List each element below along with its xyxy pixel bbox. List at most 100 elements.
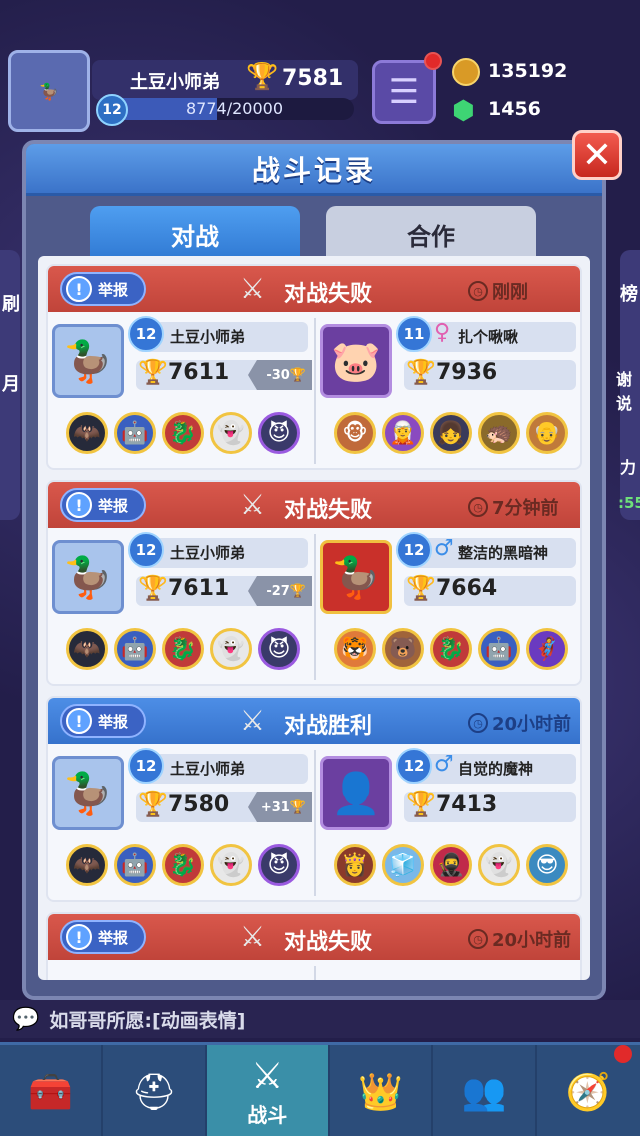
hero-icon[interactable]: 😎 <box>526 844 568 886</box>
side-panel-right[interactable]: 榜 谢说 力 :55 <box>616 250 640 520</box>
chat-ticker[interactable]: 💬 如哥哥所愿:[动画表情] <box>0 1000 640 1038</box>
report-button[interactable]: ! 举报 <box>60 920 146 954</box>
menu-button[interactable]: ☰ <box>372 60 436 124</box>
nav-clan[interactable]: 👑 <box>330 1045 434 1136</box>
crossed-swords-icon: ⚔ <box>240 488 266 521</box>
hero-icon[interactable]: 🧊 <box>382 844 424 886</box>
hero-icon[interactable]: 🦸 <box>526 628 568 670</box>
compass-icon: 🧭 <box>565 1072 611 1113</box>
hero-icon[interactable]: 👻 <box>210 844 252 886</box>
record-card: ! 举报 ⚔ 对战失败 ◷ 刚刚 🦆 12 土豆小师弟 🏆 7611 -30 🏆… <box>46 264 582 470</box>
notification-dot <box>613 1045 632 1063</box>
side-panel-left[interactable]: 刷 月 <box>0 250 20 520</box>
notification-dot <box>424 52 442 70</box>
hero-icon[interactable]: 🥷 <box>430 844 472 886</box>
record-card: ! 举报 ⚔ 对战胜利 ◷ 20小时前 🦆 12 土豆小师弟 🏆 7580 +3… <box>46 696 582 902</box>
record-header: ! 举报 ⚔ 对战失败 ◷ 7分钟前 <box>48 482 580 528</box>
player-level-badge: 12 <box>96 94 128 126</box>
trophy-icon: 🏆 <box>138 358 168 386</box>
hero-icon[interactable]: 🐵 <box>334 412 376 454</box>
nav-explore[interactable]: 🧭 <box>537 1045 640 1136</box>
hero-icon[interactable]: 😈 <box>258 844 300 886</box>
hero-icon[interactable]: 🤖 <box>114 412 156 454</box>
hero-icon[interactable]: 🤖 <box>114 844 156 886</box>
clock-icon: ◷ <box>468 929 488 949</box>
opponent-avatar[interactable]: 🦆 <box>320 540 392 614</box>
hero-icon[interactable]: 🐉 <box>162 412 204 454</box>
player-avatar[interactable]: 🦆 <box>8 50 90 132</box>
player-name: 土豆小师弟 <box>170 544 246 562</box>
report-button[interactable]: ! 举报 <box>60 272 146 306</box>
hero-icon[interactable]: 👴 <box>526 412 568 454</box>
hero-icon[interactable]: 👧 <box>430 412 472 454</box>
crown-shield-icon: 👑 <box>358 1072 403 1113</box>
top-hud: 🦆 土豆小师弟 🏆 7581 8774/20000 12 ☰ 135192 ⬢ … <box>0 40 640 140</box>
hero-icon[interactable]: 🐉 <box>162 844 204 886</box>
hero-icon[interactable]: 🦇 <box>66 844 108 886</box>
time-text: 20小时前 <box>492 930 572 951</box>
player-avatar[interactable]: 🦆 <box>52 324 124 398</box>
side-left-text-1: 刷 <box>2 294 20 315</box>
trophy-icon: 🏆 <box>406 574 436 602</box>
player-name: 土豆小师弟 <box>170 760 246 778</box>
modal-header: 战斗记录 <box>26 144 602 196</box>
opponent-avatar[interactable]: 🐷 <box>320 324 392 398</box>
trophy-delta-value: -30 <box>266 367 290 383</box>
time-group: ◷ 7分钟前 <box>468 494 559 520</box>
hero-icon[interactable]: 🤖 <box>478 628 520 670</box>
hero-icon[interactable]: 🐻 <box>382 628 424 670</box>
level-badge: 12 <box>396 748 432 784</box>
result-text: 对战失败 <box>284 930 373 955</box>
record-header: ! 举报 ⚔ 对战胜利 ◷ 20小时前 <box>48 698 580 744</box>
hero-icon[interactable]: 🧝 <box>382 412 424 454</box>
close-button[interactable]: ✕ <box>572 130 622 180</box>
opponent-avatar[interactable]: 👤 <box>320 756 392 830</box>
hero-icon[interactable]: 👻 <box>478 844 520 886</box>
hero-icon[interactable]: 🐉 <box>162 628 204 670</box>
hero-lineup: 🐵 🧝 👧 🦔 👴 <box>334 412 568 454</box>
divider <box>314 966 316 980</box>
clock-icon: ◷ <box>468 281 488 301</box>
player-avatar[interactable]: 🦆 <box>52 756 124 830</box>
trophy-icon: 🏆 <box>246 62 279 92</box>
report-button[interactable]: ! 举报 <box>60 488 146 522</box>
clock-icon: ◷ <box>468 713 488 733</box>
self-player: 🦆 12 土豆小师弟 🏆 7580 +31 🏆 🦇 🤖 🐉 👻 😈 <box>52 748 314 898</box>
hero-icon[interactable]: 👸 <box>334 844 376 886</box>
gem-count: 1456 <box>488 98 541 120</box>
hero-lineup: 🐯 🐻 🐉 🤖 🦸 <box>334 628 568 670</box>
hero-icon[interactable]: 🤖 <box>114 628 156 670</box>
hero-icon[interactable]: 👻 <box>210 628 252 670</box>
trophy-delta-value: -27 <box>266 583 290 599</box>
hero-icon[interactable]: 🐉 <box>430 628 472 670</box>
report-button[interactable]: ! 举报 <box>60 704 146 738</box>
player-avatar[interactable]: 🦆 <box>52 540 124 614</box>
opponent-player: 🦆 12 ♂ 整洁的黑暗神 🏆 7664 🐯 🐻 🐉 🤖 🦸 <box>320 532 582 682</box>
nav-battle[interactable]: ⚔ 战斗 <box>206 1045 330 1136</box>
hero-icon[interactable]: 🦇 <box>66 412 108 454</box>
trophy-count: 7580 <box>168 792 230 817</box>
nav-social[interactable]: 👥 <box>433 1045 537 1136</box>
player-trophies: 7581 <box>282 66 344 91</box>
hero-icon[interactable]: 🦇 <box>66 628 108 670</box>
hero-icon[interactable]: 🦔 <box>478 412 520 454</box>
tab-versus[interactable]: 对战 <box>90 206 300 262</box>
time-text: 7分钟前 <box>492 498 559 519</box>
shield-icon: ! <box>66 276 92 302</box>
trophy-count: 7611 <box>168 360 230 385</box>
hero-icon[interactable]: 😈 <box>258 628 300 670</box>
shield-icon: ! <box>66 924 92 950</box>
nav-shop[interactable]: 🧰 <box>0 1045 104 1136</box>
report-label: 举报 <box>98 496 129 515</box>
tab-coop[interactable]: 合作 <box>326 206 536 262</box>
record-list[interactable]: ! 举报 ⚔ 对战失败 ◷ 刚刚 🦆 12 土豆小师弟 🏆 7611 -30 🏆… <box>38 256 590 980</box>
level-badge: 12 <box>128 316 164 352</box>
hero-lineup: 🦇 🤖 🐉 👻 😈 <box>66 412 300 454</box>
divider <box>314 750 316 896</box>
nav-heroes[interactable]: ⛑ <box>103 1045 207 1136</box>
chat-text: 如哥哥所愿:[动画表情] <box>49 1009 246 1032</box>
hero-icon[interactable]: 🐯 <box>334 628 376 670</box>
record-card: ! 举报 ⚔ 对战失败 ◷ 7分钟前 🦆 12 土豆小师弟 🏆 7611 -27… <box>46 480 582 686</box>
hero-icon[interactable]: 😈 <box>258 412 300 454</box>
hero-icon[interactable]: 👻 <box>210 412 252 454</box>
